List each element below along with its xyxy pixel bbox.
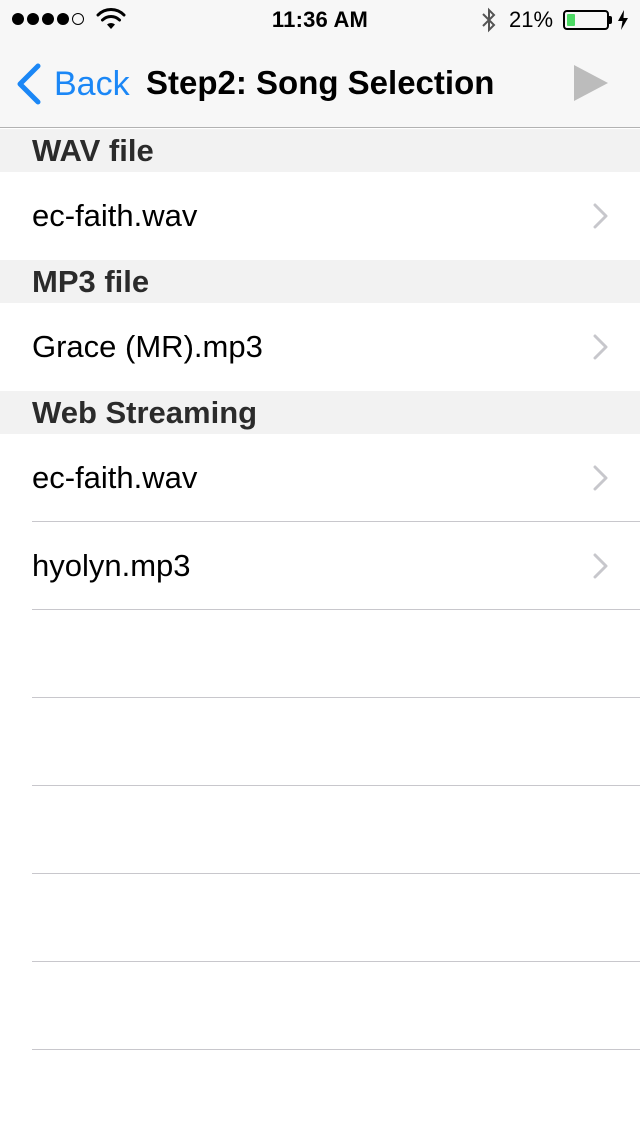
song-row[interactable]: Grace (MR).mp3 bbox=[0, 303, 640, 391]
empty-row bbox=[0, 698, 640, 786]
chevron-right-icon bbox=[593, 334, 608, 360]
song-name: ec-faith.wav bbox=[32, 198, 198, 233]
song-row[interactable]: ec-faith.wav bbox=[0, 172, 640, 260]
status-bar: 11:36 AM 21% bbox=[0, 0, 640, 40]
navigation-bar: Back Step2: Song Selection bbox=[0, 40, 640, 128]
section-header-wav: WAV file bbox=[0, 129, 640, 172]
song-name: ec-faith.wav bbox=[32, 460, 198, 495]
page-title: Step2: Song Selection bbox=[146, 64, 495, 101]
battery-icon bbox=[563, 10, 609, 30]
chevron-left-icon bbox=[17, 63, 41, 105]
empty-row bbox=[0, 610, 640, 698]
song-row[interactable]: ec-faith.wav bbox=[0, 434, 640, 522]
song-table: WAV file ec-faith.wav MP3 file Grace (MR… bbox=[0, 129, 640, 1050]
battery-percentage: 21% bbox=[509, 7, 554, 32]
song-name: Grace (MR).mp3 bbox=[32, 329, 263, 364]
empty-row bbox=[0, 962, 640, 1050]
row-separator bbox=[32, 1049, 640, 1050]
song-row[interactable]: hyolyn.mp3 bbox=[0, 522, 640, 610]
back-button[interactable]: Back bbox=[14, 62, 130, 106]
empty-row bbox=[0, 874, 640, 962]
empty-row bbox=[0, 786, 640, 874]
play-button-icon[interactable] bbox=[570, 62, 610, 104]
section-header-web-streaming: Web Streaming bbox=[0, 391, 640, 434]
back-label: Back bbox=[54, 64, 130, 103]
charging-bolt-icon bbox=[618, 10, 628, 30]
chevron-right-icon bbox=[593, 203, 608, 229]
battery-cap bbox=[609, 16, 612, 24]
bluetooth-icon bbox=[482, 7, 496, 33]
battery-level bbox=[567, 14, 575, 26]
chevron-right-icon bbox=[593, 553, 608, 579]
app-screen: 11:36 AM 21% Back Step2: Song Selection … bbox=[0, 0, 640, 1136]
chevron-right-icon bbox=[593, 465, 608, 491]
song-name: hyolyn.mp3 bbox=[32, 548, 191, 583]
section-header-mp3: MP3 file bbox=[0, 260, 640, 303]
